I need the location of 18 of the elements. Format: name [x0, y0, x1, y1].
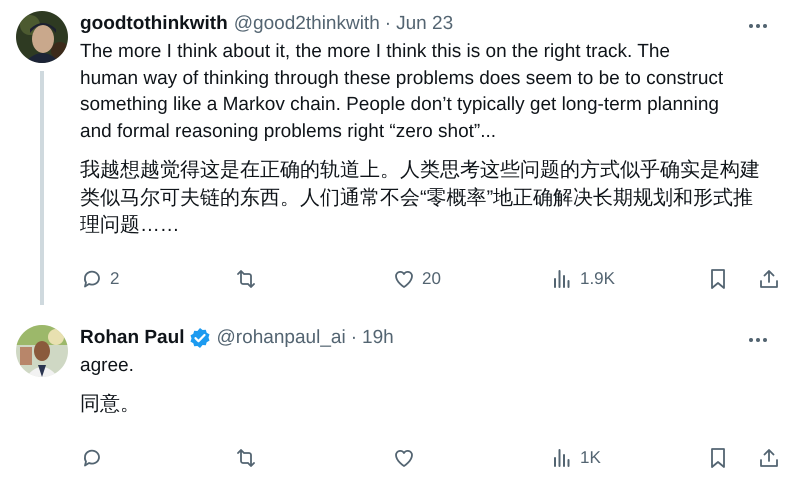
author-handle[interactable]: @good2thinkwith	[234, 13, 380, 35]
separator-dot: ·	[350, 326, 358, 349]
like-button[interactable]: 20	[392, 266, 441, 291]
post-text: agree.	[80, 354, 135, 378]
more-icon[interactable]	[748, 23, 768, 29]
post-time[interactable]: Jun 23	[396, 13, 454, 35]
post-text: The more I think about it, the more I think this is on the right track. The human way of thinking through these problems does seem to be to construct something like a Markov chain. People don’t typically get long-term planning and formal reasoning problems right “zero shot”...	[80, 40, 724, 144]
author-handle[interactable]: @rohanpaul_ai	[216, 326, 346, 349]
post-time[interactable]: 19h	[362, 326, 394, 349]
more-icon[interactable]	[748, 336, 768, 343]
views-button[interactable]: 1.9K	[550, 266, 615, 291]
reply-button[interactable]: 2	[80, 266, 120, 291]
separator-dot: ·	[384, 13, 392, 35]
post-text: 同意。	[80, 392, 141, 418]
author-name[interactable]: Rohan Paul	[80, 326, 185, 349]
author-name[interactable]: goodtothinkwith	[80, 13, 228, 35]
views-button[interactable]: 1K	[550, 446, 601, 470]
post-text: 我越想越觉得这是在正确的轨道上。人类思考这些问题的方式似乎确实是构建类似马尔可夫链的东西。人们通常不会“零概率”地正确解决长期规划和形式推理问题……	[80, 158, 761, 238]
